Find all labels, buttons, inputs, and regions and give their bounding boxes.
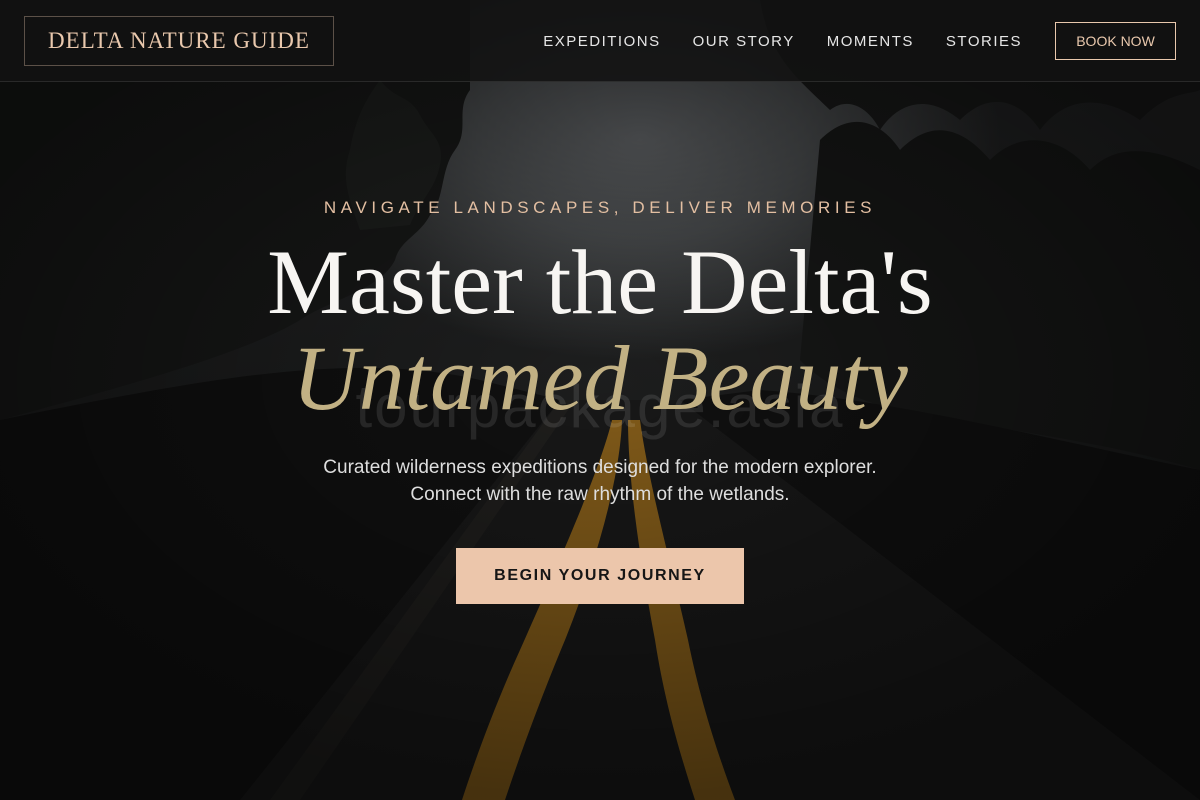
hero-subtitle: Curated wilderness expeditions designed …	[0, 454, 1200, 508]
begin-journey-button[interactable]: BEGIN YOUR JOURNEY	[456, 548, 744, 604]
hero-subtitle-line-1: Curated wilderness expeditions designed …	[323, 457, 877, 478]
main-navigation: EXPEDITIONS OUR STORY MOMENTS STORIES BO…	[543, 0, 1176, 82]
hero-tagline: NAVIGATE LANDSCAPES, DELIVER MEMORIES	[323, 198, 877, 217]
nav-link-moments[interactable]: MOMENTS	[827, 33, 914, 50]
hero-headline-line-1: Master the Delta's	[267, 231, 933, 333]
hero-section: NAVIGATE LANDSCAPES, DELIVER MEMORIES to…	[0, 82, 1200, 800]
book-now-button[interactable]: BOOK NOW	[1055, 22, 1176, 60]
site-logo[interactable]: DELTA NATURE GUIDE	[24, 16, 334, 66]
nav-link-expeditions[interactable]: EXPEDITIONS	[543, 33, 660, 50]
site-header: DELTA NATURE GUIDE EXPEDITIONS OUR STORY…	[0, 0, 1200, 82]
landing-page: DELTA NATURE GUIDE EXPEDITIONS OUR STORY…	[0, 0, 1200, 800]
hero-subtitle-line-2: Connect with the raw rhythm of the wetla…	[410, 484, 790, 505]
nav-link-our-story[interactable]: OUR STORY	[693, 33, 795, 50]
hero-headline-line-2: Untamed Beauty	[292, 327, 908, 429]
nav-link-stories[interactable]: STORIES	[946, 33, 1022, 50]
